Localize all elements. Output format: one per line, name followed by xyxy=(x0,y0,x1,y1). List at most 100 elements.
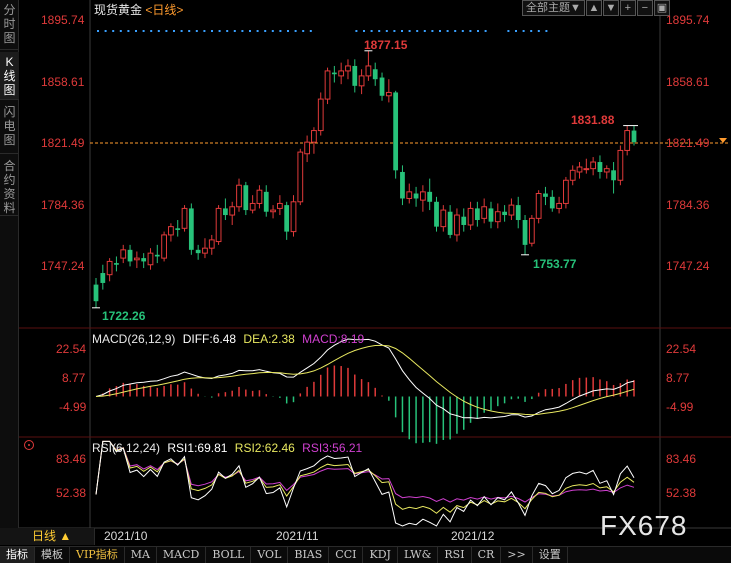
date-tick: 2021/11 xyxy=(276,529,319,543)
candle-body xyxy=(502,211,507,216)
signal-dot xyxy=(378,30,381,32)
tab-8[interactable]: CCI xyxy=(329,547,364,563)
tab-9[interactable]: KDJ xyxy=(363,547,398,563)
indicator-toggle-icon[interactable] xyxy=(24,440,34,450)
signal-dot xyxy=(439,30,441,32)
signal-dot xyxy=(522,30,525,32)
tab-1[interactable]: 模板 xyxy=(35,547,70,563)
candle-body xyxy=(624,130,631,151)
candle-body xyxy=(202,247,208,254)
candle-body xyxy=(236,184,242,208)
candle-body xyxy=(535,193,542,219)
candle-body xyxy=(543,193,548,197)
candle-body xyxy=(434,201,439,227)
candle-body xyxy=(447,211,453,235)
tab-14[interactable]: 设置 xyxy=(533,547,568,563)
zoom-out-icon[interactable]: − xyxy=(636,0,653,16)
candle-body xyxy=(317,98,324,132)
macd-diff-line xyxy=(95,338,635,419)
signal-dot xyxy=(195,30,198,32)
candle-body xyxy=(338,70,345,77)
signal-dot xyxy=(256,30,259,32)
candle-body xyxy=(208,239,215,249)
macd-tick-left: 8.77 xyxy=(62,371,86,385)
price-tick-left: 1747.24 xyxy=(41,259,85,273)
signal-dot xyxy=(469,30,472,32)
zoom-in-icon[interactable]: + xyxy=(619,0,636,16)
candle-body xyxy=(256,189,263,204)
macd-tick-right: -4.99 xyxy=(666,400,694,414)
annotation-start-low: 1722.26 xyxy=(102,309,146,323)
period-selector[interactable]: 日线 ▲ xyxy=(0,528,95,545)
signal-dot xyxy=(287,30,289,32)
signal-dot xyxy=(233,30,236,32)
current-price-marker-icon xyxy=(719,138,727,143)
candle-body xyxy=(324,70,331,100)
tab-12[interactable]: CR xyxy=(472,547,502,563)
down-arrow-icon[interactable]: ▼ xyxy=(602,0,619,16)
candle-body xyxy=(365,65,372,77)
signal-dot xyxy=(408,30,411,32)
theme-dropdown[interactable]: 全部主题▼ xyxy=(522,0,585,16)
trading-window: 分时图 K线图 闪电图 合约资料 现货黄金 <日线> 全部主题▼ ▲ ▼ + −… xyxy=(0,0,731,563)
signal-dot xyxy=(112,30,115,32)
candle-body xyxy=(270,209,276,213)
tab-2[interactable]: VIP指标 xyxy=(70,547,125,563)
candle-body xyxy=(297,151,304,203)
candle-body xyxy=(352,65,358,86)
candle-body xyxy=(406,191,413,199)
signal-dot xyxy=(545,30,548,32)
signal-dot xyxy=(393,30,396,32)
candle-body xyxy=(106,260,113,276)
tab-10[interactable]: LW& xyxy=(398,547,439,563)
tab-3[interactable]: MA xyxy=(125,547,157,563)
signal-dot xyxy=(530,30,533,32)
tab-6[interactable]: VOL xyxy=(251,547,289,563)
price-tick-right: 1784.36 xyxy=(666,198,710,212)
candle-body xyxy=(481,206,488,219)
signal-dot xyxy=(188,30,191,32)
candle-body xyxy=(195,249,201,254)
macd-legend: MACD(26,12,9) DIFF:6.48 DEA:2.38 MACD:8.… xyxy=(92,332,368,346)
candle-body xyxy=(467,207,474,226)
candle-body xyxy=(372,69,378,80)
tab-0[interactable]: 指标 xyxy=(0,547,35,563)
price-tick-right: 1895.74 xyxy=(666,13,710,27)
rsi-tick-right: 52.38 xyxy=(666,486,697,500)
signal-dot xyxy=(203,30,206,32)
up-arrow-icon[interactable]: ▲ xyxy=(585,0,602,16)
candle-body xyxy=(427,191,433,202)
rsi1-value: RSI1:69.81 xyxy=(167,441,228,455)
price-tick-left: 1858.61 xyxy=(41,75,85,89)
candle-body xyxy=(440,209,447,228)
signal-dot xyxy=(264,30,267,32)
price-tick-left: 1895.74 xyxy=(41,13,85,27)
tab-7[interactable]: BIAS xyxy=(288,547,330,563)
tab-4[interactable]: MACD xyxy=(157,547,207,563)
signal-dot xyxy=(142,30,145,32)
signal-dot xyxy=(165,30,168,32)
tab-5[interactable]: BOLL xyxy=(206,547,252,563)
signal-dot xyxy=(461,30,464,32)
signal-dot xyxy=(294,30,297,32)
candle-body xyxy=(385,91,392,97)
macd-tick-right: 22.54 xyxy=(666,342,697,356)
macd-value: MACD:8.19 xyxy=(302,332,365,346)
annotation-local-low: 1753.77 xyxy=(533,257,577,271)
candle-body xyxy=(597,162,603,172)
candle-body xyxy=(243,185,249,211)
signal-dot xyxy=(401,30,403,32)
instrument-name: 现货黄金 xyxy=(94,3,143,17)
tab-11[interactable]: RSI xyxy=(438,547,472,563)
candle-body xyxy=(215,207,222,243)
candle-body xyxy=(393,92,399,171)
candle-body xyxy=(603,168,610,173)
candle-body xyxy=(590,161,597,170)
candle-body xyxy=(114,263,119,265)
candle-body xyxy=(494,211,501,223)
tab-13[interactable]: >> xyxy=(501,547,533,563)
candle-body xyxy=(290,201,297,233)
candle-body xyxy=(229,206,236,216)
candle-body xyxy=(223,208,228,216)
candle-body xyxy=(569,169,576,181)
